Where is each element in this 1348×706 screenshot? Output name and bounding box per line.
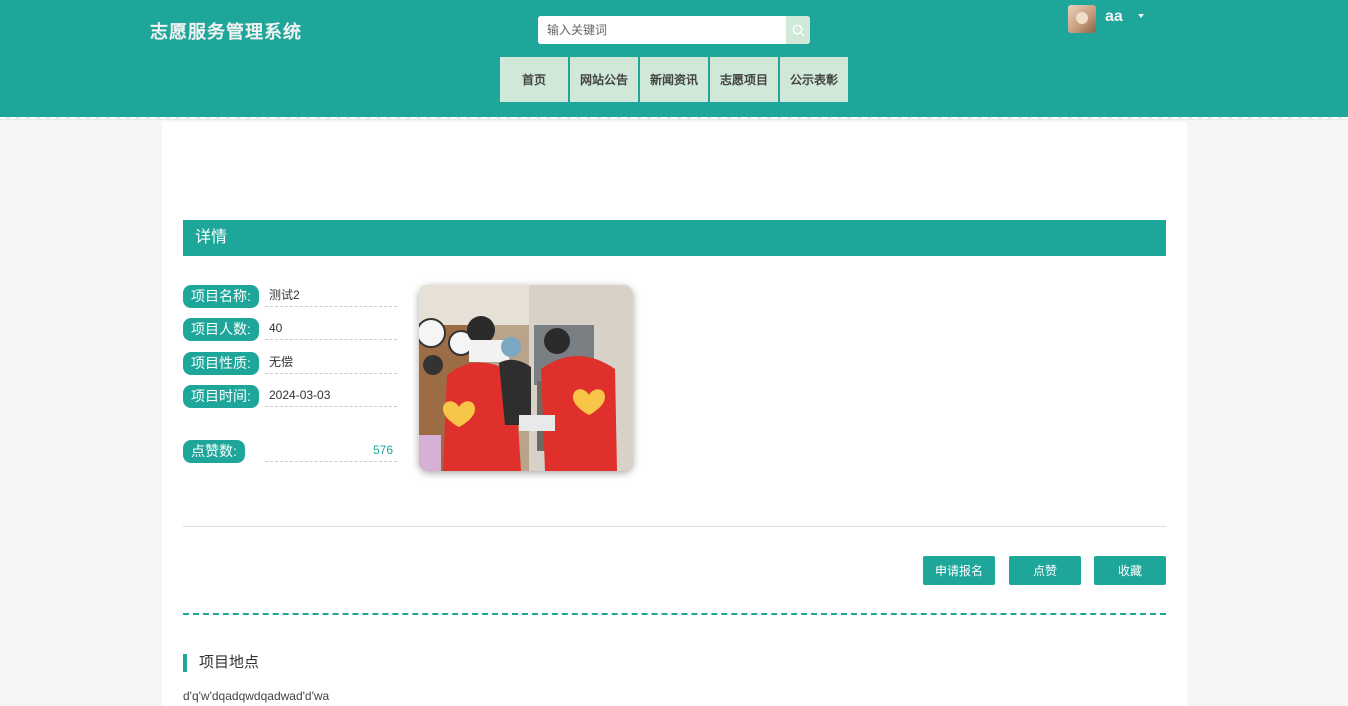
nav-item-commendations[interactable]: 公示表彰: [780, 57, 848, 102]
search-box: [538, 16, 810, 44]
nav-item-home[interactable]: 首页: [500, 57, 568, 102]
username[interactable]: aa: [1105, 8, 1123, 26]
location-section-title: 项目地点: [183, 654, 259, 672]
detail-section-title: 详情: [183, 220, 1166, 256]
field-label-project-name: 项目名称:: [183, 285, 259, 308]
apply-button[interactable]: 申请报名: [923, 556, 995, 585]
field-label-project-nature: 项目性质:: [183, 352, 259, 375]
field-label-project-count: 项目人数:: [183, 318, 259, 341]
field-value-project-count: 40: [265, 318, 397, 340]
project-photo: [419, 285, 633, 471]
chevron-down-icon[interactable]: [1138, 14, 1144, 18]
search-icon: [792, 24, 804, 36]
main-content: 详情 项目名称: 测试2 项目人数: 40 项目性质: 无偿 项目时间: 202…: [162, 122, 1187, 706]
likes-count: 576: [265, 440, 397, 462]
nav-item-announcements[interactable]: 网站公告: [570, 57, 638, 102]
nav-item-volunteer-projects[interactable]: 志愿项目: [710, 57, 778, 102]
search-button[interactable]: [786, 16, 810, 44]
field-label-project-time: 项目时间:: [183, 385, 259, 408]
section-divider: [183, 613, 1166, 615]
header-divider: [0, 117, 1348, 120]
field-value-project-name: 测试2: [265, 285, 397, 307]
field-value-project-nature: 无偿: [265, 352, 397, 374]
location-text: d'q'w'dqadqwdqadwad'd'wa: [183, 689, 330, 703]
site-title: 志愿服务管理系统: [150, 22, 302, 42]
likes-label: 点赞数:: [183, 440, 245, 463]
top-header: 志愿服务管理系统 aa 首页 网站公告 新闻资讯 志愿项目 公示表彰: [0, 0, 1348, 118]
avatar[interactable]: [1068, 5, 1096, 33]
main-nav: 首页 网站公告 新闻资讯 志愿项目 公示表彰: [500, 57, 848, 102]
nav-item-news[interactable]: 新闻资讯: [640, 57, 708, 102]
like-button[interactable]: 点赞: [1009, 556, 1081, 585]
favorite-button[interactable]: 收藏: [1094, 556, 1166, 585]
field-value-project-time: 2024-03-03: [265, 385, 397, 407]
content-divider: [183, 526, 1166, 527]
search-input[interactable]: [538, 16, 786, 44]
